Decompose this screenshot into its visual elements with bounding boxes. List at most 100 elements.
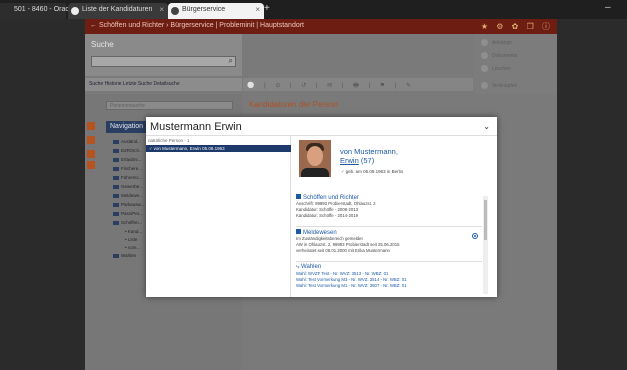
chrome-icon (71, 7, 79, 15)
nav-label: Führersc... (121, 175, 143, 180)
person-birth: ♂ geb. am 05.09.1963 in Berlin (341, 169, 403, 174)
folder-icon (113, 220, 119, 225)
browser-tab-buergerservice[interactable]: Bürgerservice × (168, 3, 264, 19)
nav-label: Ausländ... (121, 139, 142, 144)
search-icon[interactable]: ⌕ (229, 56, 233, 66)
person-photo (299, 140, 331, 177)
section-header[interactable]: Schöffen und Richter (296, 194, 482, 201)
nav-subitem[interactable]: • vom... (125, 245, 140, 250)
nav-label: Erlaubni... (121, 157, 142, 162)
nav-label: EZR/Sch... (121, 148, 143, 153)
attachments-button[interactable]: Anhänge (478, 38, 552, 47)
detail-line: Kandidatur: Schöffe - 2014-2019 (296, 213, 359, 219)
chevron-down-icon[interactable]: ⌄ (483, 122, 490, 131)
nav-item[interactable]: Ausländ... (113, 139, 141, 144)
person-modal: Mustermann Erwin ⌄ natürliche Person - 1… (146, 117, 497, 297)
app-header-bar: ← Schöffen und Richter › Bürgerservice |… (85, 19, 557, 34)
nav-label: Wahlen (121, 253, 137, 258)
nav-item[interactable]: Meldewe... (113, 193, 143, 198)
nav-item[interactable]: EZR/Sch... (113, 148, 143, 153)
birth-text: geb. am 05.09.1963 in Berlin (345, 169, 404, 174)
power-icon[interactable] (87, 122, 95, 130)
folder-icon (113, 253, 119, 258)
divider (296, 226, 482, 227)
nav-label: Gewerbe... (121, 184, 144, 189)
nav-item[interactable]: Erlaubni... (113, 157, 141, 162)
documents-button[interactable]: Dokumente (478, 51, 552, 60)
photo-face (307, 146, 323, 166)
link-button[interactable]: Verknüpfen (478, 81, 552, 90)
radio-button[interactable] (472, 233, 478, 239)
nav-item[interactable]: Gewerbe... (113, 184, 143, 189)
browser-tab-bar: 501 - 8460 - Orac... Liste der Kandidatu… (0, 0, 627, 19)
detail-line: verheiratet seit 08.01.2000 mit Erika Mu… (296, 248, 390, 254)
browser-tab-kandidaturen[interactable]: Liste der Kandidaturen × (68, 3, 168, 19)
nav-label: Meldewe... (121, 193, 143, 198)
meldewesen-icon (296, 229, 301, 234)
delete-button[interactable]: Löschen (478, 64, 552, 73)
folder-icon (113, 175, 119, 180)
chrome-icon (171, 7, 179, 15)
nav-label: Parkausw... (121, 202, 145, 207)
person-search-input[interactable]: Personensuche (106, 101, 233, 110)
close-tab-icon[interactable]: × (159, 5, 164, 14)
person-category: natürliche Person - 1 (148, 138, 190, 143)
folder-icon (113, 202, 119, 207)
person-list-item-selected[interactable]: ♂ von Mustermann, Erwin 05.09.1963 (146, 145, 291, 152)
dossier-icon[interactable] (87, 161, 95, 169)
section-header[interactable]: Meldewesen (296, 229, 482, 236)
nav-item[interactable]: Führersc... (113, 175, 143, 180)
nav-item[interactable]: Fischere... (113, 166, 142, 171)
power-icon[interactable] (87, 136, 95, 144)
nav-item[interactable]: Wahlen (113, 253, 136, 258)
action-icon-bar[interactable]: ⚪ | ⊙ | ↺ | ✉ | 🖶 | ⚑ | ✎ (243, 78, 473, 91)
search-toolbar[interactable]: Suche Historie Letzte Suche Detailsuche (85, 78, 242, 91)
nav-item[interactable]: Pass/Per... (113, 211, 143, 216)
section-schoeffen: Schöffen und Richter Anschrift: 99993 Pr… (296, 194, 482, 220)
person-name-link[interactable]: Erwin (340, 156, 359, 165)
photo-shirt (301, 168, 329, 177)
nav-item[interactable]: Schöffen... (113, 220, 142, 225)
person-age: (57) (360, 156, 375, 165)
person-details-scroll[interactable]: Schöffen und Richter Anschrift: 99993 Pr… (292, 192, 488, 296)
nav-sublabel: Liste (127, 237, 138, 242)
browser-tab-oracle[interactable]: 501 - 8460 - Orac... (0, 3, 75, 19)
section-title: Wahlen (301, 264, 322, 270)
folder-icon (113, 139, 119, 144)
tab-label: 501 - 8460 - Orac... (14, 6, 75, 13)
header-toolbar-icons[interactable]: ★ ⚙ ✿ ❐ ⓘ (481, 21, 553, 32)
section-wahlen: ⤷ Wahlen Wahl: WVZF Test - Nr. WVZ: 3513… (296, 264, 482, 290)
nav-subitem[interactable]: • Kand... (125, 229, 142, 234)
folder-icon (113, 166, 119, 171)
nav-subitem[interactable]: • Liste (125, 237, 137, 242)
nav-item[interactable]: Parkausw... (113, 202, 144, 207)
nav-sublabel: vom... (127, 245, 141, 250)
right-action-column: Anhänge Dokumente Löschen Verknüpfen (474, 34, 557, 94)
section-header[interactable]: ⤷ Wahlen (296, 264, 482, 271)
schoeffen-icon (296, 194, 301, 199)
search-input[interactable]: ⌕ (91, 56, 236, 67)
person-name: von Mustermann, Erwin (57) (340, 147, 398, 165)
section-meldewesen: Meldewesen Im Zuständigkeitsbereich geme… (296, 229, 482, 255)
nav-label: Schöffen... (121, 220, 143, 225)
divider (296, 261, 482, 262)
person-list: natürliche Person - 1 ♂ von Mustermann, … (146, 136, 291, 297)
modal-title: Mustermann Erwin (150, 121, 242, 133)
kandidaturen-heading: Kandidaturen der Person (249, 100, 338, 109)
tab-label: Liste der Kandidaturen (82, 6, 153, 13)
search-panel: Suche ⌕ (85, 34, 242, 76)
folder-icon (113, 193, 119, 198)
breadcrumb[interactable]: Schöffen und Richter › Bürgerservice | P… (99, 22, 304, 29)
close-tab-icon[interactable]: × (255, 5, 260, 14)
scrollbar-thumb[interactable] (484, 200, 487, 240)
minimize-window-button[interactable]: – (605, 2, 611, 13)
new-tab-button[interactable]: + (264, 3, 276, 14)
scrollbar[interactable] (483, 196, 488, 294)
tab-label: Bürgerservice (182, 6, 226, 13)
back-arrow-icon[interactable]: ← (90, 22, 97, 29)
nav-label: Fischere... (121, 166, 143, 171)
wahl-link[interactable]: Wahl: Test Vormerkung M1 - Nr. WVZ: 3507… (296, 283, 482, 289)
grid-icon[interactable] (87, 150, 95, 158)
folder-icon (113, 157, 119, 162)
nav-sublabel: Kand... (127, 229, 143, 234)
